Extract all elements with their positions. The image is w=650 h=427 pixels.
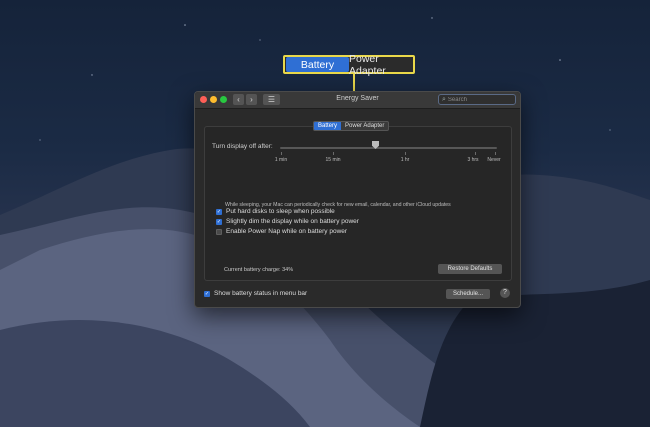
- checkmark-icon: ✓: [216, 218, 222, 225]
- callout-power-adapter-tab: Power Adapter: [349, 52, 386, 77]
- menu-bar-status-label: Show battery status in menu bar: [214, 290, 308, 297]
- power-nap-checkbox[interactable]: Enable Power Nap while on battery power: [216, 228, 347, 235]
- restore-defaults-button[interactable]: Restore Defaults: [438, 264, 502, 274]
- unchecked-box-icon: [216, 228, 222, 235]
- search-icon: ⌕: [442, 95, 446, 103]
- hard-disk-sleep-label: Put hard disks to sleep when possible: [226, 208, 335, 215]
- dim-display-checkbox[interactable]: ✓ Slightly dim the display while on batt…: [216, 218, 359, 225]
- schedule-button[interactable]: Schedule...: [446, 289, 490, 299]
- callout-battery-tab: Battery: [286, 57, 349, 72]
- search-input[interactable]: [447, 96, 508, 103]
- power-nap-label: Enable Power Nap while on battery power: [226, 228, 348, 235]
- tab-power-adapter[interactable]: Power Adapter: [341, 122, 388, 130]
- tick-label-1min: 1 min: [274, 157, 288, 163]
- help-button[interactable]: ?: [500, 288, 510, 298]
- hard-disk-sleep-checkbox[interactable]: ✓ Put hard disks to sleep when possible: [216, 208, 335, 215]
- tick-label-1hr: 1 hr: [400, 157, 410, 163]
- slider-tick: [495, 152, 496, 155]
- slider-tick: [333, 152, 334, 155]
- tick-label-15min: 15 min: [325, 157, 341, 163]
- energy-saver-window: ‹ › ☰ Energy Saver ⌕ Turn display off af…: [194, 91, 521, 308]
- title-bar: ‹ › ☰ Energy Saver ⌕: [195, 92, 520, 109]
- battery-tabs: Battery Power Adapter: [313, 121, 390, 131]
- display-off-label: Turn display off after:: [212, 143, 273, 150]
- slider-tick: [475, 152, 476, 155]
- tick-label-never: Never: [487, 157, 501, 163]
- menu-bar-status-checkbox[interactable]: ✓ Show battery status in menu bar: [204, 290, 307, 297]
- slider-tick: [281, 152, 282, 155]
- battery-charge-text: Current battery charge: 34%: [224, 267, 294, 273]
- checkmark-icon: ✓: [204, 290, 210, 297]
- power-nap-note: While sleeping, your Mac can periodicall…: [225, 202, 451, 208]
- tab-battery[interactable]: Battery: [314, 122, 342, 130]
- search-field[interactable]: ⌕: [438, 94, 516, 105]
- battery-tab-callout: Battery Power Adapter: [283, 52, 415, 77]
- display-off-slider-track[interactable]: [280, 147, 497, 149]
- dim-display-label: Slightly dim the display while on batter…: [226, 218, 359, 225]
- checkmark-icon: ✓: [216, 208, 222, 215]
- slider-tick: [405, 152, 406, 155]
- tick-label-3hrs: 3 hrs: [467, 157, 479, 163]
